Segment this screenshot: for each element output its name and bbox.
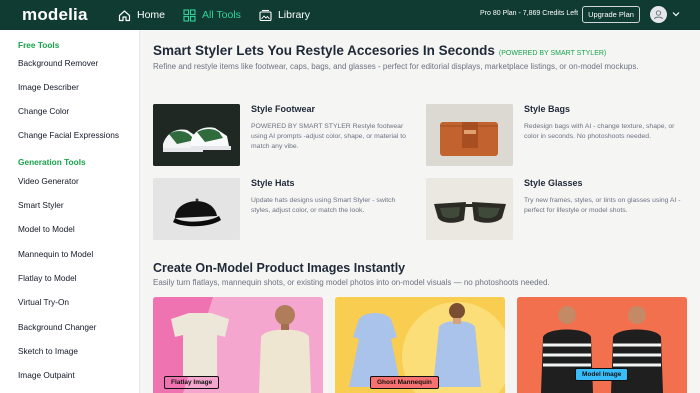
tools-sidebar: Free Tools Background Remover Image Desc… <box>0 30 140 393</box>
card-title-footwear[interactable]: Style Footwear <box>251 104 315 114</box>
sidebar-item-mannequin-to-model[interactable]: Mannequin to Model <box>18 249 93 259</box>
sidebar-item-image-describer[interactable]: Image Describer <box>18 82 79 92</box>
main-nav: Home All Tools Library <box>118 0 310 30</box>
card-title-bags[interactable]: Style Bags <box>524 104 570 114</box>
card-title-glasses[interactable]: Style Glasses <box>524 178 583 188</box>
nav-library-label: Library <box>277 9 311 21</box>
ghost-mannequin-promo-card[interactable]: Ghost Mannequin <box>335 297 505 393</box>
card-desc-hats: Update hats designs using Smart Styler -… <box>251 197 396 214</box>
sneakers-illustration <box>153 104 240 166</box>
grid-icon <box>183 8 196 22</box>
card-title-hats[interactable]: Style Hats <box>251 178 295 188</box>
card-desc-glasses: Try new frames, styles, or tints on glas… <box>524 197 681 214</box>
powered-by-badge: (POWERED BY SMART STYLER) <box>498 50 607 57</box>
nav-home-label: Home <box>137 9 166 21</box>
sidebar-item-change-facial-expressions[interactable]: Change Facial Expressions <box>18 130 119 140</box>
glasses-image[interactable] <box>426 178 513 240</box>
brand-logo[interactable]: modelia <box>22 5 88 25</box>
hat-image[interactable] <box>153 178 240 240</box>
sidebar-item-video-generator[interactable]: Video Generator <box>18 176 79 186</box>
handbag-illustration <box>426 104 513 166</box>
generation-tools-header: Generation Tools <box>18 157 86 167</box>
main-content: Smart Styler Lets You Restyle Accesories… <box>140 30 700 393</box>
ghost-mannequin-tag: Ghost Mannequin <box>370 376 439 389</box>
model-image-tag: Model Image <box>575 368 629 381</box>
flatlay-image-tag: Flatlay Image <box>164 376 220 389</box>
sidebar-item-background-remover[interactable]: Background Remover <box>18 58 98 68</box>
sidebar-item-image-outpaint[interactable]: Image Outpaint <box>18 370 75 380</box>
nav-home[interactable]: Home <box>118 9 165 22</box>
smart-styler-title: Smart Styler Lets You Restyle Accesories… <box>153 43 495 58</box>
sidebar-item-virtual-try-on[interactable]: Virtual Try-On <box>18 297 69 307</box>
bag-image[interactable] <box>426 104 513 166</box>
smart-styler-heading: Smart Styler Lets You Restyle Accesories… <box>153 43 606 58</box>
sidebar-item-sketch-to-image[interactable]: Sketch to Image <box>18 346 78 356</box>
on-model-subtitle: Easily turn flatlays, mannequin shots, o… <box>153 278 550 287</box>
user-avatar[interactable] <box>650 6 667 23</box>
model-image-promo-card[interactable]: Model Image <box>517 297 687 393</box>
sidebar-item-background-changer[interactable]: Background Changer <box>18 322 96 332</box>
credits-remaining: Pro 80 Plan - 7,869 Credits Left <box>480 10 579 17</box>
flatlay-promo-card[interactable]: Flatlay Image <box>153 297 323 393</box>
sidebar-item-model-to-model[interactable]: Model to Model <box>18 224 75 234</box>
library-icon <box>259 9 272 22</box>
footwear-image[interactable] <box>153 104 240 166</box>
sunglasses-illustration <box>426 178 513 240</box>
sidebar-item-smart-styler[interactable]: Smart Styler <box>18 200 64 210</box>
sidebar-item-change-color[interactable]: Change Color <box>18 106 69 116</box>
upgrade-plan-button[interactable]: Upgrade Plan <box>582 6 640 23</box>
cap-illustration <box>153 178 240 240</box>
top-navigation-bar: modelia Home All Tools Library Pro 80 Pl… <box>0 0 700 30</box>
nav-all-tools[interactable]: All Tools <box>183 8 241 22</box>
nav-library[interactable]: Library <box>259 9 310 22</box>
chevron-down-icon[interactable] <box>672 11 680 17</box>
user-icon <box>654 10 663 20</box>
card-desc-footwear: POWERED BY SMART STYLER Restyle footwear… <box>251 123 406 150</box>
nav-all-tools-label: All Tools <box>202 9 241 21</box>
card-desc-bags: Redesign bags with AI - change texture, … <box>524 123 675 140</box>
on-model-heading: Create On-Model Product Images Instantly <box>153 261 406 275</box>
free-tools-header: Free Tools <box>18 40 60 50</box>
home-icon <box>118 9 131 22</box>
smart-styler-subtitle: Refine and restyle items like footwear, … <box>153 62 639 71</box>
sidebar-item-flatlay-to-model[interactable]: Flatlay to Model <box>18 273 77 283</box>
